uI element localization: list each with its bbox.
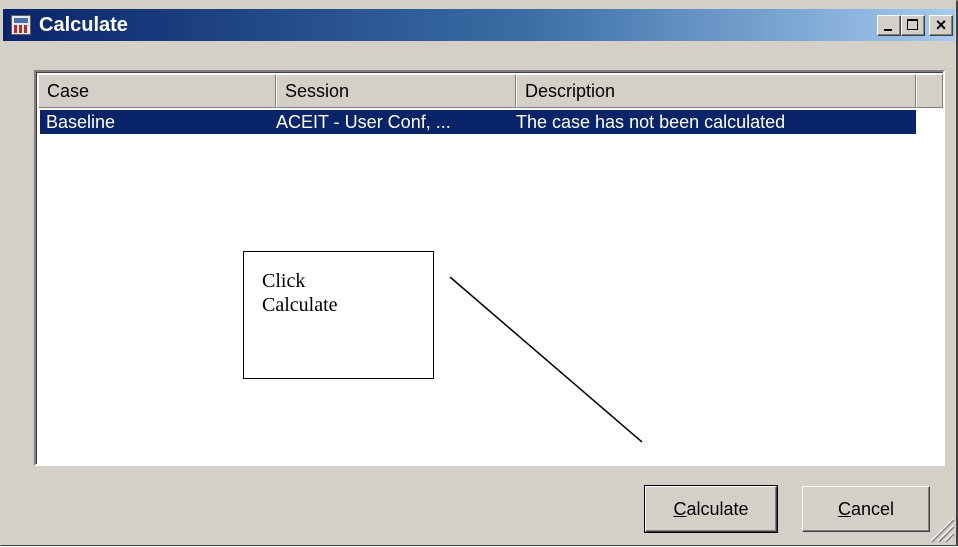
pointer-line-segment <box>449 276 643 443</box>
cancel-label: ancel <box>850 499 895 519</box>
calculate-button[interactable]: Calculate <box>644 485 778 533</box>
cancel-hotkey: C <box>837 499 851 519</box>
calculate-dialog: Calculate × Case Session Description Bas… <box>0 0 958 546</box>
calculate-label: alculate <box>686 499 749 519</box>
resize-grip-icon[interactable] <box>929 517 955 543</box>
cancel-button[interactable]: Cancel <box>802 486 930 532</box>
pointer-line <box>449 276 643 443</box>
calculate-hotkey: C <box>673 499 687 519</box>
